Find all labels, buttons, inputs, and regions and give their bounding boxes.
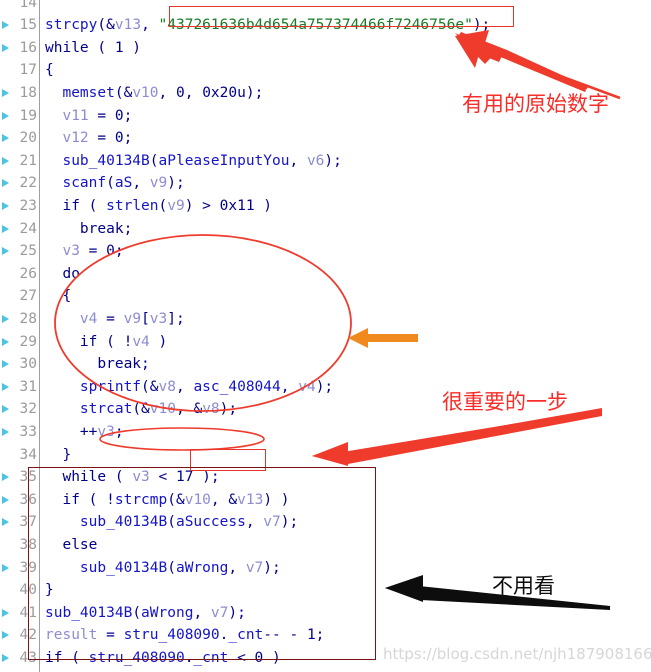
line-number: 16	[19, 39, 37, 56]
note-top-label: 有用的原始数字	[462, 92, 609, 116]
code-line[interactable]: 21 sub_40134B(aPleaseInputYou, v6);	[0, 150, 651, 173]
note-bottom-label: 不用看	[492, 574, 555, 598]
line-number: 14	[19, 0, 37, 11]
breakpoint-marker-icon[interactable]	[2, 473, 9, 482]
line-number: 19	[19, 107, 37, 124]
code-line-text: if ( strlen(v9) > 0x11 )	[62, 197, 273, 214]
watermark-text: https://blog.csdn.net/njh18790816639	[383, 645, 651, 663]
breakpoint-marker-icon[interactable]	[2, 405, 9, 414]
line-number: 17	[19, 62, 37, 79]
line-number: 21	[19, 152, 37, 169]
breakpoint-marker-icon[interactable]	[2, 88, 9, 97]
code-line[interactable]: 28 v4 = v9[v3];	[0, 308, 651, 331]
code-line-text: {	[62, 288, 72, 305]
code-line-text: {	[45, 62, 54, 79]
breakpoint-marker-icon[interactable]	[2, 247, 9, 256]
breakpoint-marker-icon[interactable]	[2, 179, 9, 188]
code-line[interactable]: 17 {	[0, 59, 651, 82]
breakpoint-marker-icon[interactable]	[2, 631, 9, 640]
code-line[interactable]: 24 break;	[0, 218, 651, 241]
line-number: 23	[19, 197, 37, 214]
code-line-text: break;	[79, 220, 133, 237]
code-line[interactable]: 23 if ( strlen(v9) > 0x11 )	[0, 195, 651, 218]
line-number: 28	[19, 310, 37, 327]
breakpoint-marker-icon[interactable]	[2, 224, 9, 233]
code-line-text: v12 = 0;	[62, 130, 133, 147]
line-number: 32	[19, 401, 37, 418]
code-line-text: memset(&v10, 0, 0x20u);	[62, 84, 264, 101]
code-line-text: }	[62, 446, 72, 463]
code-line-text: v4 = v9[v3];	[79, 310, 185, 327]
code-line-text: scanf(aS, v9);	[62, 175, 185, 192]
string-highlight-rect	[169, 6, 514, 27]
breakpoint-marker-icon[interactable]	[2, 382, 9, 391]
code-line[interactable]: 29 if ( !v4 )	[0, 331, 651, 354]
code-line[interactable]: 34 }	[0, 444, 651, 467]
code-line-text: v3 = 0;	[62, 243, 124, 260]
line-number: 22	[19, 175, 37, 192]
breakpoint-marker-icon[interactable]	[2, 653, 9, 662]
line-number: 15	[19, 17, 37, 34]
breakpoint-marker-icon[interactable]	[2, 134, 9, 143]
code-line-text: sub_40134B(aPleaseInputYou, v6);	[62, 152, 342, 169]
code-line[interactable]: 27 {	[0, 285, 651, 308]
line-number: 25	[19, 243, 37, 260]
breakpoint-marker-icon[interactable]	[2, 43, 9, 52]
line-number: 34	[19, 446, 37, 463]
code-line[interactable]: 20 v12 = 0;	[0, 127, 651, 150]
breakpoint-marker-icon[interactable]	[2, 563, 9, 572]
code-line-text: ++v3;	[79, 423, 124, 440]
line-number: 26	[19, 265, 37, 282]
code-line-text: sprintf(&v8, asc_408044, v4);	[79, 378, 334, 395]
code-line[interactable]: 33 ++v3;	[0, 421, 651, 444]
breakpoint-marker-icon[interactable]	[2, 518, 9, 527]
breakpoint-marker-icon[interactable]	[2, 111, 9, 120]
breakpoint-marker-icon[interactable]	[2, 360, 9, 369]
line-number: 33	[19, 423, 37, 440]
code-line-text: strcat(&v10, &v8);	[79, 401, 238, 418]
code-line-text: v11 = 0;	[62, 107, 133, 124]
code-line[interactable]: 16 while ( 1 )	[0, 37, 651, 60]
line-number: 27	[19, 288, 37, 305]
breakpoint-marker-icon[interactable]	[2, 427, 9, 436]
breakpoint-marker-icon[interactable]	[2, 337, 9, 346]
breakpoint-marker-icon[interactable]	[2, 495, 9, 504]
breakpoint-marker-icon[interactable]	[2, 201, 9, 210]
line-number: 18	[19, 84, 37, 101]
code-line[interactable]: 25 v3 = 0;	[0, 240, 651, 263]
note-middle-label: 很重要的一步	[442, 390, 568, 414]
ignored-block-rect	[28, 467, 376, 660]
breakpoint-marker-icon[interactable]	[2, 314, 9, 323]
breakpoint-marker-icon[interactable]	[2, 608, 9, 617]
code-line-text: if ( !v4 )	[79, 333, 168, 350]
breakpoint-marker-icon[interactable]	[2, 21, 9, 30]
code-line[interactable]: 26 do	[0, 263, 651, 286]
screenshot-root: 14 15 strcpy(&v13, "437261636b4d654a757374…	[0, 0, 651, 672]
breakpoint-marker-icon[interactable]	[2, 156, 9, 165]
line-number: 30	[19, 356, 37, 373]
code-line[interactable]: 22 scanf(aS, v9);	[0, 172, 651, 195]
line-number: 29	[19, 333, 37, 350]
code-line-text: while ( 1 )	[45, 39, 142, 56]
line-number: 31	[19, 378, 37, 395]
line-number: 24	[19, 220, 37, 237]
line-number: 20	[19, 130, 37, 147]
code-line-text: do	[62, 265, 80, 282]
code-line[interactable]: 30 break;	[0, 353, 651, 376]
code-line-text: break;	[97, 356, 150, 373]
